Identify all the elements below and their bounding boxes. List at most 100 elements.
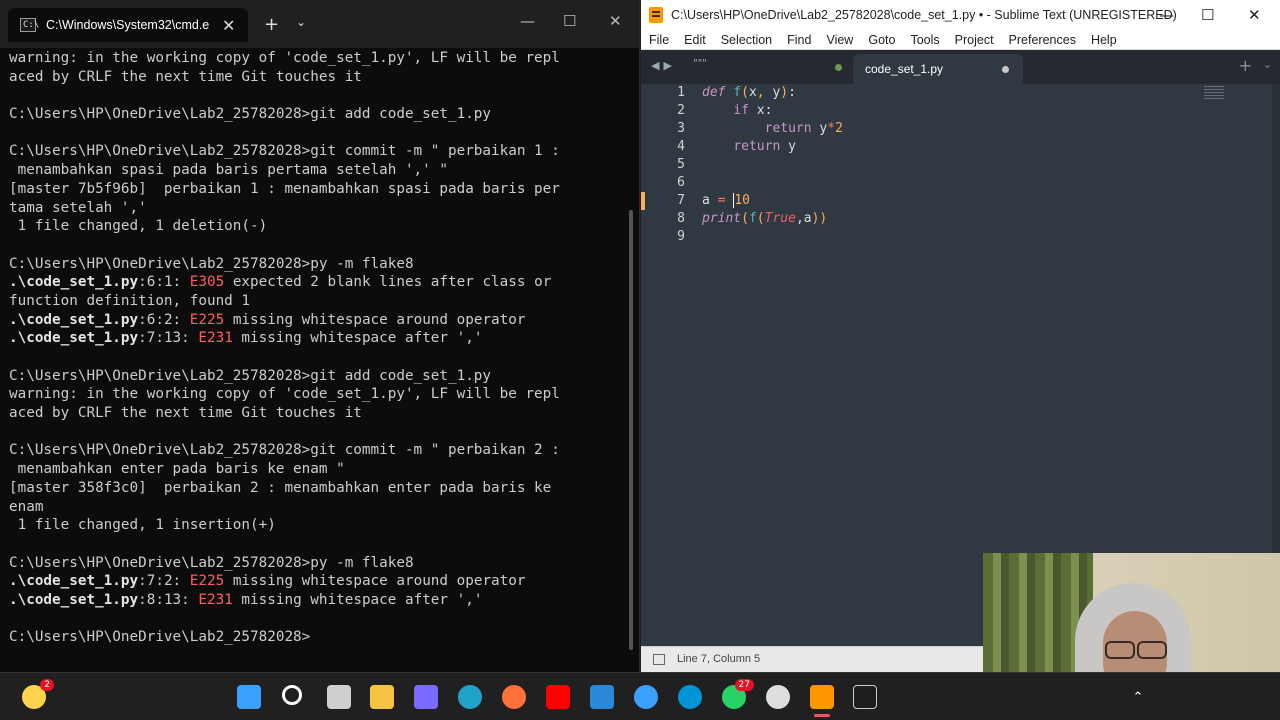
line-number: 1 <box>677 85 685 100</box>
editor-scrollbar[interactable] <box>1272 84 1280 554</box>
cmd-scrollbar[interactable] <box>629 210 633 650</box>
menu-item-find[interactable]: Find <box>787 33 811 47</box>
tab-code-set-1[interactable]: code_set_1.py <box>853 54 1023 84</box>
taskbar: ⌃ 2 27 <box>0 672 1280 720</box>
task-view-icon[interactable] <box>327 685 351 709</box>
code-token: 10 <box>734 193 750 208</box>
close-window-icon[interactable]: ✕ <box>609 12 622 30</box>
terminal-text: C:\Users\HP\OneDrive\Lab2_25782028>git a… <box>9 106 492 123</box>
code-area[interactable]: def f(x, y): if x: return y*2 return ya … <box>702 84 843 246</box>
terminal-line: 1 file changed, 1 insertion(+) <box>9 516 629 535</box>
terminal-line: .\code_set_1.py:7:13: E231 missing white… <box>9 329 629 348</box>
code-line: a = 10 <box>702 192 843 210</box>
menu-item-help[interactable]: Help <box>1091 33 1117 47</box>
code-token: f <box>733 85 742 100</box>
tab-label: code_set_1.py <box>865 62 944 76</box>
minimize-icon[interactable]: — <box>520 12 535 30</box>
panel-toggle-icon[interactable] <box>653 654 665 665</box>
sublime-title: C:\Users\HP\OneDrive\Lab2_25782028\code_… <box>671 8 1177 22</box>
terminal-text: .\code_set_1.py <box>9 311 139 328</box>
line-number: 5 <box>677 157 685 172</box>
terminal-line: .\code_set_1.py:6:2: E225 missing whites… <box>9 311 629 330</box>
terminal-text: [master 358f3c0] perbaikan 2 : menambahk… <box>9 479 552 496</box>
terminal-line: .\code_set_1.py:8:13: E231 missing white… <box>9 591 629 610</box>
new-file-icon[interactable]: + <box>1239 56 1252 75</box>
terminal-line: enam <box>9 498 629 517</box>
terminal-text: menambahkan spasi pada baris pertama set… <box>9 162 448 179</box>
terminal-taskbar-icon[interactable] <box>853 685 877 709</box>
menu-item-preferences[interactable]: Preferences <box>1009 33 1076 47</box>
search-icon[interactable] <box>282 685 302 705</box>
terminal-text: .\code_set_1.py <box>9 274 139 291</box>
terminal-line: aced by CRLF the next time Git touches i… <box>9 68 629 87</box>
tab-nav-arrows-icon[interactable]: ◀▶ <box>651 59 676 72</box>
tab-bar: ◀▶ """ code_set_1.py + ⌄ <box>641 50 1280 84</box>
new-tab-icon[interactable]: + <box>264 14 279 35</box>
file-explorer-icon[interactable] <box>370 685 394 709</box>
chevron-down-icon[interactable]: ⌄ <box>296 15 306 29</box>
hp-icon[interactable] <box>678 685 702 709</box>
menu-item-file[interactable]: File <box>649 33 669 47</box>
windows-start-icon[interactable] <box>237 685 261 709</box>
help-icon[interactable] <box>634 685 658 709</box>
terminal-line: aced by CRLF the next time Git touches i… <box>9 404 629 423</box>
terminal-line: menambahkan enter pada baris ke enam " <box>9 460 629 479</box>
menu-bar: File Edit Selection Find View Goto Tools Projec… <box>641 30 1280 50</box>
close-tab-icon[interactable]: ✕ <box>222 16 235 35</box>
terminal-line: C:\Users\HP\OneDrive\Lab2_25782028>git c… <box>9 441 629 460</box>
terminal-text: .\code_set_1.py <box>9 573 139 590</box>
obs-icon[interactable] <box>766 685 790 709</box>
whatsapp-icon[interactable]: 27 <box>722 679 754 709</box>
code-line: def f(x, y): <box>702 84 843 102</box>
maximize-icon[interactable]: ☐ <box>1201 6 1214 24</box>
menu-item-view[interactable]: View <box>826 33 853 47</box>
store-icon[interactable] <box>590 685 614 709</box>
modified-dot-icon[interactable] <box>1002 66 1009 73</box>
code-token: * <box>827 121 836 136</box>
terminal-text: .\code_set_1.py <box>9 330 139 347</box>
terminal-text: E225 <box>189 311 225 328</box>
terminal-text: missing whitespace after ',' <box>232 330 483 347</box>
menu-item-tools[interactable]: Tools <box>910 33 939 47</box>
youtube-icon[interactable] <box>546 685 570 709</box>
menu-item-edit[interactable]: Edit <box>684 33 706 47</box>
code-token: y <box>811 121 828 136</box>
minimap[interactable] <box>1204 86 1224 100</box>
terminal-line: C:\Users\HP\OneDrive\Lab2_25782028>py -m… <box>9 255 629 274</box>
chevron-down-icon[interactable]: ⌄ <box>1263 58 1272 71</box>
terminal-text: expected 2 blank lines after class or <box>224 274 552 291</box>
maximize-icon[interactable]: ☐ <box>563 12 576 30</box>
copilot-app-icon[interactable] <box>414 685 438 709</box>
menu-item-project[interactable]: Project <box>955 33 994 47</box>
firefox-icon[interactable] <box>502 685 526 709</box>
terminal-text: 1 file changed, 1 deletion(-) <box>9 218 268 235</box>
code-token: x: <box>748 103 773 118</box>
terminal-text: :6:1: <box>138 274 190 291</box>
cmd-tab[interactable]: C:\ C:\Windows\System32\cmd.e ✕ <box>8 8 248 42</box>
minimize-icon[interactable]: — <box>1159 6 1174 24</box>
terminal-text: E225 <box>189 573 225 590</box>
terminal-output[interactable]: warning: in the working copy of 'code_se… <box>9 49 629 647</box>
code-token: ) <box>780 85 789 100</box>
copilot-icon[interactable]: 2 <box>22 679 54 709</box>
line-number-gutter: 1 2 3 4 5 6 7 8 9 <box>641 84 685 246</box>
menu-item-selection[interactable]: Selection <box>721 33 772 47</box>
menu-item-goto[interactable]: Goto <box>868 33 895 47</box>
chevron-up-icon[interactable]: ⌃ <box>1128 687 1148 707</box>
cmd-tab-title: C:\Windows\System32\cmd.e <box>46 18 210 32</box>
terminal-text: C:\Users\HP\OneDrive\Lab2_25782028>py -m… <box>9 255 414 272</box>
tab-untitled[interactable]: """ <box>693 58 707 69</box>
line-number: 9 <box>677 229 685 244</box>
close-window-icon[interactable]: ✕ <box>1248 6 1261 24</box>
terminal-text: :7:2: <box>138 573 190 590</box>
sublime-taskbar-icon[interactable] <box>810 685 834 717</box>
terminal-text: warning: in the working copy of 'code_se… <box>9 50 560 66</box>
terminal-line: function definition, found 1 <box>9 292 629 311</box>
edge-icon[interactable] <box>458 685 482 709</box>
terminal-text: tama setelah ',' <box>9 199 147 216</box>
terminal-line: menambahkan spasi pada baris pertama set… <box>9 161 629 180</box>
